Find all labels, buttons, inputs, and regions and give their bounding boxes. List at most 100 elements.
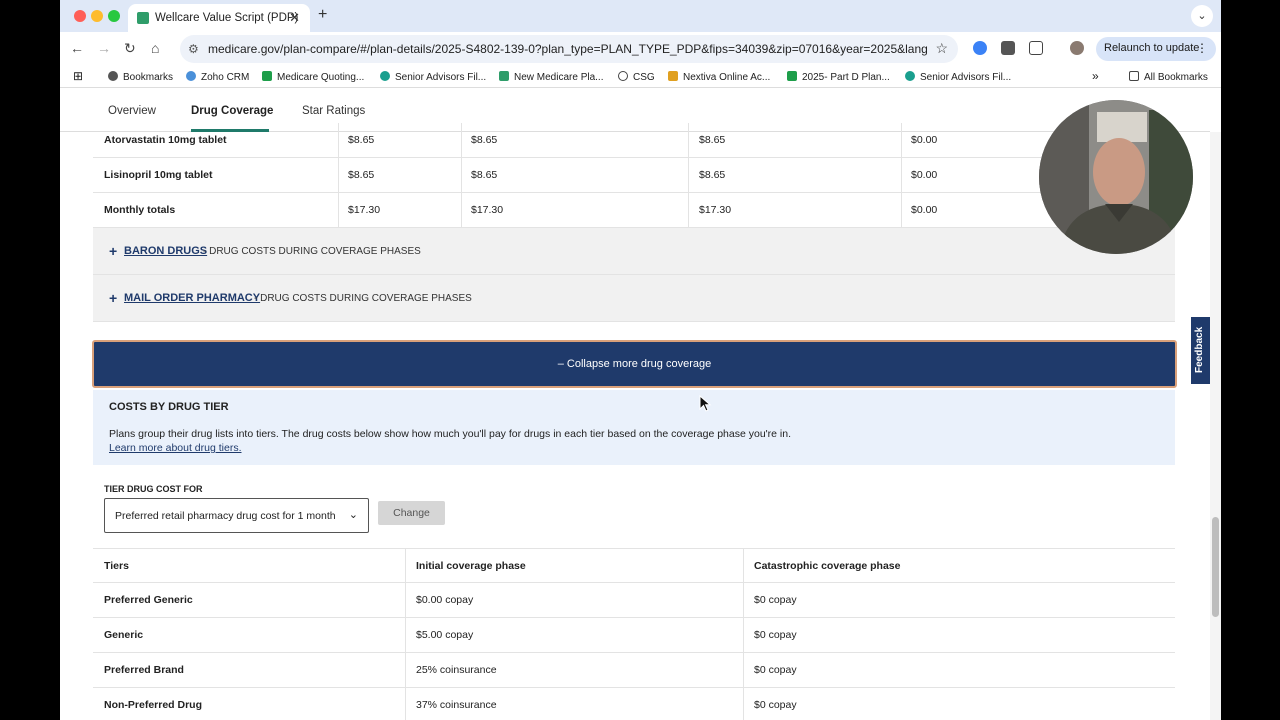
home-icon[interactable]: ⌂: [151, 40, 159, 56]
change-button[interactable]: Change: [378, 501, 445, 525]
expander-link[interactable]: MAIL ORDER PHARMACY: [124, 292, 260, 304]
chevron-down-icon: ⌄: [348, 509, 358, 521]
bookmark-star-icon[interactable]: ☆: [935, 40, 948, 57]
drug-cost: $8.65: [471, 169, 498, 181]
presenter-video-image: [1039, 100, 1193, 254]
bookmark-item[interactable]: New Medicare Pla...: [499, 71, 603, 83]
tier-cost-select[interactable]: Preferred retail pharmacy drug cost for …: [104, 498, 369, 533]
tab-strip: Wellcare Value Script (PDP) ✕ + ⌄: [60, 0, 1221, 32]
tier-name: Non-Preferred Drug: [104, 699, 203, 711]
tab-drug-coverage[interactable]: Drug Coverage: [191, 105, 273, 117]
forward-icon[interactable]: →: [97, 40, 111, 56]
extension-icon[interactable]: [973, 41, 987, 55]
sheets-icon: [787, 71, 797, 81]
bookmark-item[interactable]: Nextiva Online Ac...: [668, 71, 770, 83]
medicare-icon: [499, 71, 509, 81]
tier-cost: $0 copay: [754, 594, 797, 606]
apps-icon[interactable]: ⊞: [73, 69, 83, 83]
tier-cost: $0 copay: [754, 699, 797, 711]
close-tab-icon[interactable]: ✕: [289, 10, 300, 26]
pharmacy-expander[interactable]: + BARON DRUGS - DRUG COSTS DURING COVERA…: [93, 228, 1175, 275]
reload-icon[interactable]: ↻: [124, 40, 136, 57]
collapse-drug-coverage-button[interactable]: – Collapse more drug coverage: [92, 340, 1177, 388]
tier-cost: $5.00 copay: [416, 629, 474, 641]
feedback-tab[interactable]: Feedback: [1191, 317, 1210, 384]
bookmarks-overflow-icon[interactable]: »: [1092, 69, 1099, 83]
more-icon[interactable]: ⋮: [1196, 41, 1208, 55]
tab-search-button[interactable]: ⌄: [1191, 5, 1213, 27]
tier-name: Generic: [104, 629, 144, 641]
folder-share-icon: [380, 71, 390, 81]
table-row: Lisinopril 10mg tablet $8.65 $8.65 $8.65…: [93, 158, 1175, 193]
tier-cost-for-label: TIER DRUG COST FOR: [104, 484, 203, 494]
close-window-button[interactable]: [74, 10, 86, 22]
bookmark-item[interactable]: 2025- Part D Plan...: [787, 71, 890, 83]
tab-overview[interactable]: Overview: [108, 105, 156, 117]
extension-icon[interactable]: [1001, 41, 1015, 55]
extensions-puzzle-icon[interactable]: [1029, 41, 1043, 55]
totals-label: Monthly totals: [104, 204, 176, 216]
tier-cost: 25% coinsurance: [416, 664, 497, 676]
column-header: Tiers: [104, 560, 129, 572]
expander-description: - DRUG COSTS DURING COVERAGE PHASES: [254, 293, 472, 304]
browser-window: Wellcare Value Script (PDP) ✕ + ⌄ ← → ↻ …: [60, 0, 1221, 720]
webcam-overlay: [1039, 100, 1193, 254]
back-icon[interactable]: ←: [70, 40, 84, 56]
zoom-window-button[interactable]: [108, 10, 120, 22]
scrollbar-thumb[interactable]: [1212, 517, 1219, 617]
expander-description: - DRUG COSTS DURING COVERAGE PHASES: [203, 246, 421, 257]
tier-description: Plans group their drug lists into tiers.…: [109, 428, 792, 440]
drug-cost: $0.00: [911, 169, 938, 181]
feedback-label: Feedback: [1194, 326, 1205, 373]
google-icon: [618, 71, 628, 81]
tab-title: Wellcare Value Script (PDP): [155, 12, 299, 24]
zoho-icon: [186, 71, 196, 81]
site-info-icon[interactable]: ⚙: [188, 42, 199, 56]
url-text[interactable]: medicare.gov/plan-compare/#/plan-details…: [208, 42, 928, 56]
bookmark-item[interactable]: Medicare Quoting...: [262, 71, 364, 83]
drug-cost: $8.65: [348, 134, 375, 146]
favicon-icon: [137, 12, 149, 24]
select-value: Preferred retail pharmacy drug cost for …: [115, 510, 336, 522]
bookmark-item[interactable]: Zoho CRM: [186, 71, 249, 83]
tier-cost: $0.00 copay: [416, 594, 474, 606]
all-bookmarks-button[interactable]: All Bookmarks: [1129, 71, 1208, 83]
profile-avatar[interactable]: [1070, 41, 1084, 55]
total-cost: $17.30: [471, 204, 504, 216]
bookmark-item[interactable]: Senior Advisors Fil...: [380, 71, 486, 83]
relaunch-label: Relaunch to update: [1104, 42, 1200, 54]
plus-icon: +: [109, 290, 118, 306]
browser-toolbar: ← → ↻ ⌂ ⚙ medicare.gov/plan-compare/#/pl…: [60, 32, 1221, 66]
table-row: Non-Preferred Drug 37% coinsurance $0 co…: [93, 688, 1175, 720]
star-icon: [108, 71, 118, 81]
new-tab-button[interactable]: +: [318, 6, 327, 24]
column-header: Initial coverage phase: [416, 560, 526, 572]
folder-share-icon: [905, 71, 915, 81]
learn-more-link[interactable]: Learn more about drug tiers.: [109, 442, 242, 454]
tab-star-ratings[interactable]: Star Ratings: [302, 105, 365, 117]
expander-link[interactable]: BARON DRUGS: [124, 245, 207, 257]
pharmacy-expander[interactable]: + MAIL ORDER PHARMACY - DRUG COSTS DURIN…: [93, 275, 1175, 322]
tier-cost: $0 copay: [754, 664, 797, 676]
table-row: Generic $5.00 copay $0 copay: [93, 618, 1175, 653]
address-bar[interactable]: ⚙ medicare.gov/plan-compare/#/plan-detai…: [180, 35, 958, 63]
nextiva-icon: [668, 71, 678, 81]
column-header: Catastrophic coverage phase: [754, 560, 901, 572]
minimize-window-button[interactable]: [91, 10, 103, 22]
drug-cost: $8.65: [699, 169, 726, 181]
table-row: Preferred Generic $0.00 copay $0 copay: [93, 583, 1175, 618]
tier-name: Preferred Brand: [104, 664, 184, 676]
relaunch-button[interactable]: Relaunch to update ⋮: [1096, 37, 1216, 61]
table-row: Preferred Brand 25% coinsurance $0 copay: [93, 653, 1175, 688]
browser-tab[interactable]: Wellcare Value Script (PDP) ✕: [128, 4, 310, 32]
bookmark-item[interactable]: Bookmarks: [108, 71, 173, 83]
section-heading: COSTS BY DRUG TIER: [109, 401, 229, 413]
drug-cost: $8.65: [348, 169, 375, 181]
drug-name: Lisinopril 10mg tablet: [104, 169, 213, 181]
table-row: Atorvastatin 10mg tablet $8.65 $8.65 $8.…: [93, 123, 1175, 158]
bookmark-item[interactable]: Senior Advisors Fil...: [905, 71, 1011, 83]
bookmark-item[interactable]: CSG: [618, 71, 655, 83]
drug-cost: $8.65: [699, 134, 726, 146]
tier-cost: 37% coinsurance: [416, 699, 497, 711]
scrollbar[interactable]: [1210, 132, 1221, 720]
